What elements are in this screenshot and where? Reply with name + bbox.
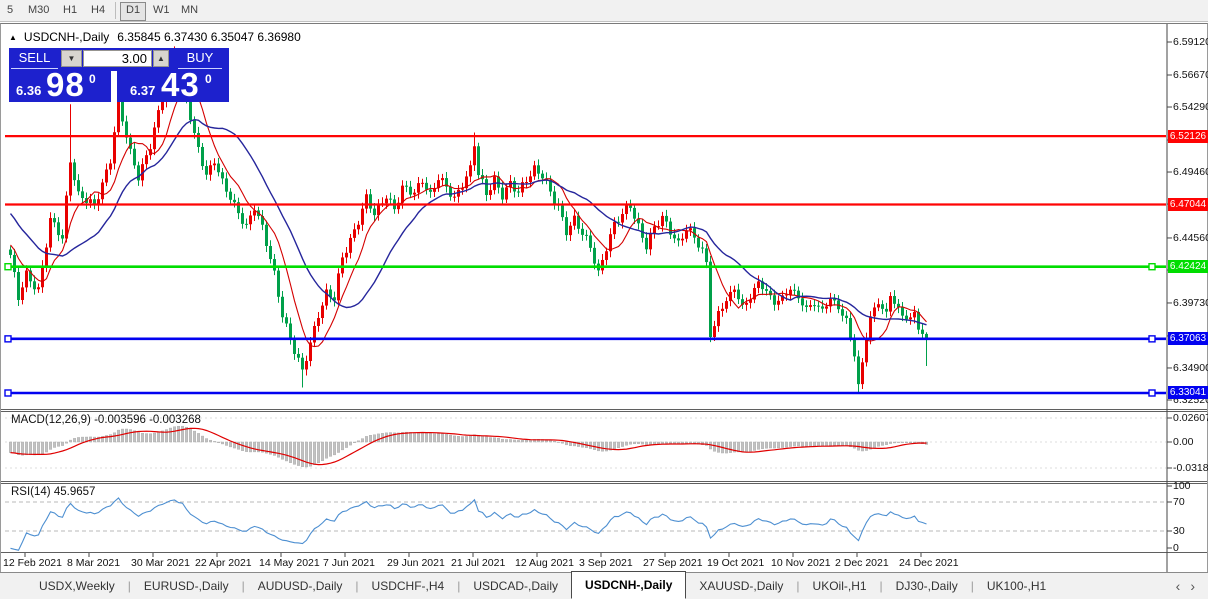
ohlc-readout: 6.35845 6.37430 6.35047 6.36980	[117, 30, 301, 44]
indicator-axis-label: -0.03187	[1173, 462, 1208, 474]
volume-input[interactable]	[83, 50, 152, 67]
date-axis-label: 22 Apr 2021	[195, 557, 252, 569]
date-axis-label: 30 Mar 2021	[131, 557, 190, 569]
price-axis-label: 6.59120	[1173, 36, 1208, 48]
timeframe-button-H4[interactable]: H4	[86, 2, 110, 19]
chart-tab-xauusd-daily[interactable]: XAUUSD-,Daily	[686, 574, 796, 599]
chart-tab-usdcad-daily[interactable]: USDCAD-,Daily	[460, 574, 571, 599]
date-axis-label: 8 Mar 2021	[67, 557, 121, 569]
sell-price-handle: 6.36	[16, 83, 42, 98]
timeframe-toolbar: 5 M30 H1 H4 D1 W1 MN	[0, 0, 1208, 22]
one-click-trading-panel: SELL ▼ ▲ BUY 6.36 98 0 6.37 43 0	[9, 48, 229, 103]
level-handle[interactable]	[4, 263, 12, 271]
date-axis-label: 14 May 2021	[259, 557, 320, 569]
chart-canvas[interactable]	[1, 24, 1207, 572]
level-handle[interactable]	[1148, 389, 1156, 397]
price-axis-label: 6.44560	[1173, 231, 1208, 244]
price-axis-label: 6.39730	[1173, 296, 1208, 309]
chart-tab-ukoil-h1[interactable]: UKOil-,H1	[800, 574, 880, 599]
timeframe-button-W1[interactable]: W1	[148, 2, 175, 19]
date-axis-label: 3 Sep 2021	[579, 557, 633, 569]
timeframe-button-MN[interactable]: MN	[176, 2, 203, 19]
collapse-arrow-icon[interactable]: ▲	[9, 33, 17, 42]
timeframe-button-5[interactable]: 5	[2, 2, 18, 19]
sell-price-big: 98	[46, 66, 85, 103]
chart-tab-usdchf-h4[interactable]: USDCHF-,H4	[359, 574, 458, 599]
indicator-axis-label: 0.02607	[1173, 412, 1208, 424]
timeframe-button-D1[interactable]: D1	[120, 2, 147, 21]
level-price-badge: 6.52126	[1168, 129, 1208, 143]
date-axis-label: 10 Nov 2021	[771, 557, 831, 569]
chart-tab-audusd-daily[interactable]: AUDUSD-,Daily	[245, 574, 356, 599]
buy-price[interactable]: 6.37 43 0	[117, 66, 229, 103]
chart-tab-dj30-daily[interactable]: DJ30-,Daily	[883, 574, 971, 599]
indicator-axis-label: 70	[1173, 496, 1185, 508]
sell-price-sup: 0	[89, 72, 96, 86]
price-axis-label: 6.34900	[1173, 361, 1208, 374]
level-handle[interactable]	[4, 335, 12, 343]
rsi-label: RSI(14) 45.9657	[11, 486, 96, 498]
timeframe-button-H1[interactable]: H1	[58, 2, 82, 19]
chart-title: ▲ USDCNH-,Daily 6.35845 6.37430 6.35047 6.…	[9, 30, 301, 44]
level-handle[interactable]	[4, 389, 12, 397]
macd-label: MACD(12,26,9) -0.003596 -0.003268	[11, 414, 201, 426]
date-axis-label: 7 Jun 2021	[323, 557, 375, 569]
level-handle[interactable]	[1148, 263, 1156, 271]
tabs-scroll-left-icon[interactable]: ‹	[1171, 578, 1186, 594]
date-axis-label: 24 Dec 2021	[899, 557, 959, 569]
volume-increase-button[interactable]: ▲	[153, 50, 169, 67]
trading-terminal: 5 M30 H1 H4 D1 W1 MN ▲ USDCNH-,Daily 6.35845 6.3…	[0, 0, 1208, 599]
volume-decrease-button[interactable]: ▼	[61, 50, 82, 67]
indicator-axis-label: 0	[1173, 542, 1179, 554]
date-axis-label: 19 Oct 2021	[707, 557, 765, 569]
date-axis-label: 21 Jul 2021	[451, 557, 506, 569]
buy-price-handle: 6.37	[130, 83, 156, 98]
date-axis-label: 27 Sep 2021	[643, 557, 703, 569]
level-price-badge: 6.42424	[1168, 260, 1208, 274]
timeframe-button-M30[interactable]: M30	[23, 2, 54, 19]
date-axis-label: 12 Aug 2021	[515, 557, 574, 569]
chart-tab-uk100-h1[interactable]: UK100-,H1	[974, 574, 1059, 599]
indicator-axis-label: 30	[1173, 525, 1185, 537]
indicator-axis-label: 0.00	[1173, 436, 1194, 448]
buy-price-sup: 0	[205, 72, 212, 86]
price-axis-label: 6.56670	[1173, 68, 1208, 81]
rsi-line	[10, 497, 927, 551]
date-axis-label: 2 Dec 2021	[835, 557, 889, 569]
price-axis-label: 6.54290	[1173, 101, 1208, 114]
level-price-badge: 6.33041	[1168, 386, 1208, 400]
ma-fast-line	[10, 83, 927, 348]
macd-layer	[9, 425, 928, 468]
price-axis-label: 6.49460	[1173, 166, 1208, 179]
chart-tabs: USDX,Weekly | EURUSD-,Daily | AUDUSD-,Daily |…	[0, 571, 1208, 599]
sell-price[interactable]: 6.36 98 0	[9, 66, 111, 103]
level-handle[interactable]	[1148, 335, 1156, 343]
buy-price-big: 43	[161, 66, 200, 103]
chart-tab-eurusd-daily[interactable]: EURUSD-,Daily	[131, 574, 242, 599]
chart-window: ▲ USDCNH-,Daily 6.35845 6.37430 6.35047 6.…	[0, 23, 1208, 572]
date-axis-label: 29 Jun 2021	[387, 557, 445, 569]
level-price-badge: 6.37063	[1168, 332, 1208, 346]
level-price-badge: 6.47044	[1168, 198, 1208, 212]
chart-tab-usdx-weekly[interactable]: USDX,Weekly	[26, 574, 128, 599]
tabs-scroll-right-icon[interactable]: ›	[1185, 578, 1200, 594]
indicator-axis-label: 100	[1173, 480, 1191, 492]
date-axis-label: 12 Feb 2021	[3, 557, 62, 569]
symbol-label: USDCNH-,Daily	[23, 30, 110, 44]
toolbar-separator	[115, 2, 116, 19]
chart-tab-usdcnh-daily[interactable]: USDCNH-,Daily	[571, 571, 687, 599]
